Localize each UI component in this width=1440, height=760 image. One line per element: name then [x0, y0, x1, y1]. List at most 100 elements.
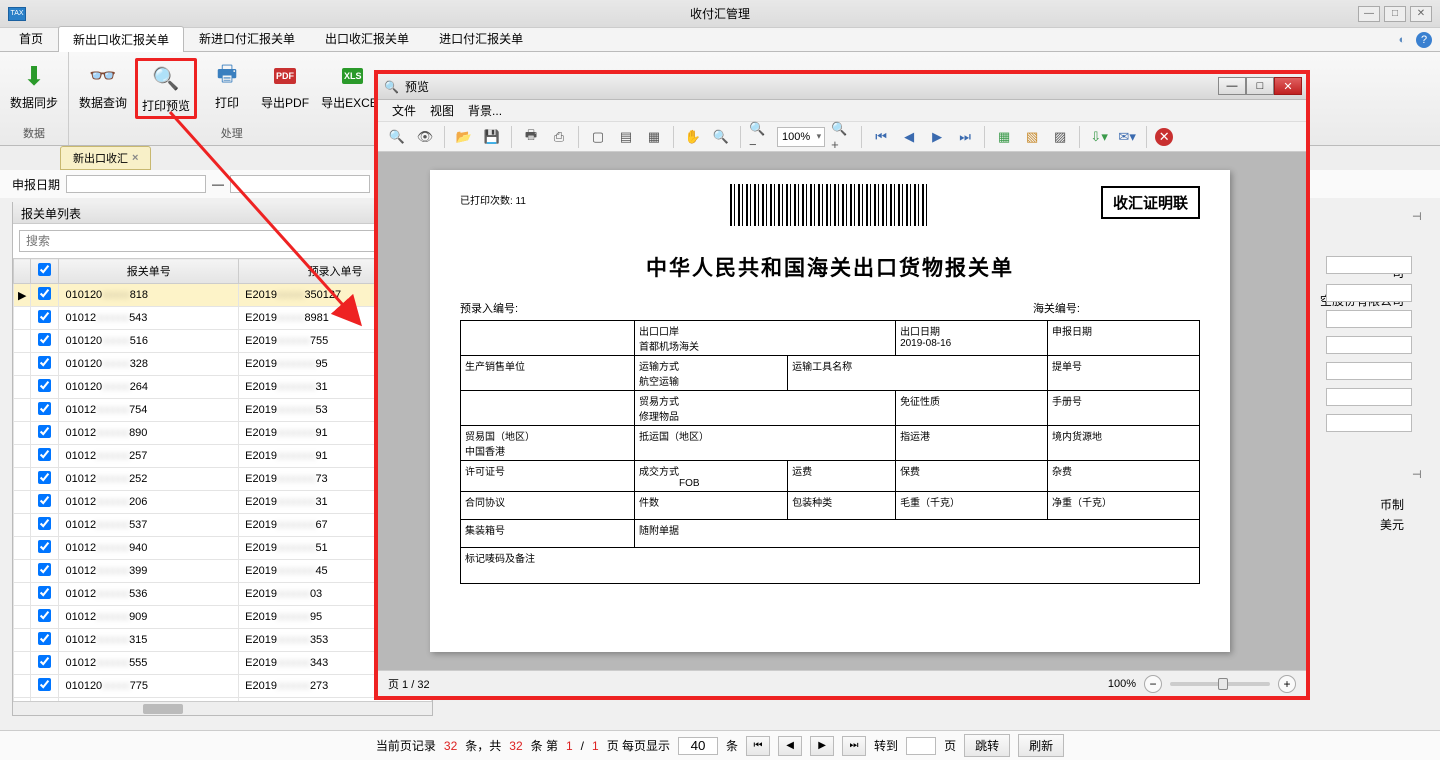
tool-first-icon[interactable]: ⏮: [870, 126, 892, 148]
menu-file[interactable]: 文件: [392, 102, 416, 119]
tool-pagesetup-icon[interactable]: ▢: [587, 126, 609, 148]
maximize-button[interactable]: □: [1384, 6, 1406, 22]
table-row[interactable]: 010120xxxxx775 E2019xxxxxx273: [14, 675, 432, 698]
tool-zoomin-icon[interactable]: 🔍+: [831, 126, 853, 148]
row-checkbox[interactable]: [38, 402, 51, 415]
right-pin-icon[interactable]: ⊣: [1412, 210, 1426, 224]
table-row[interactable]: 01012xxxxxx754 E2019xxxxxxx53: [14, 399, 432, 422]
nav-prev[interactable]: ◀: [778, 736, 802, 756]
tool-margins-icon[interactable]: ▦: [643, 126, 665, 148]
print-button[interactable]: 🖶 打印: [201, 58, 253, 113]
query-button[interactable]: 👓 数据查询: [75, 58, 131, 113]
row-checkbox[interactable]: [38, 540, 51, 553]
per-page-input[interactable]: [678, 737, 718, 755]
row-checkbox[interactable]: [38, 425, 51, 438]
tool-last-icon[interactable]: ⏭: [954, 126, 976, 148]
table-row[interactable]: 01012xxxxxx399 E2019xxxxxxx45: [14, 560, 432, 583]
row-checkbox[interactable]: [38, 632, 51, 645]
zoom-out-button[interactable]: −: [1144, 675, 1162, 693]
tool-quickprint-icon[interactable]: ⎙: [548, 126, 570, 148]
table-row[interactable]: 01012xxxxxx252 E2019xxxxxxx73: [14, 468, 432, 491]
jump-button[interactable]: 跳转: [964, 734, 1010, 757]
table-row[interactable]: 01012xxxxxx890 E2019xxxxxxx91: [14, 422, 432, 445]
doc-tab-close-icon[interactable]: ×: [132, 152, 138, 164]
menu-view[interactable]: 视图: [430, 102, 454, 119]
row-checkbox[interactable]: [38, 287, 51, 300]
close-button[interactable]: ✕: [1410, 6, 1432, 22]
table-row[interactable]: 010120xxxxx516 E2019xxxxxx755: [14, 330, 432, 353]
table-row[interactable]: 01012xxxxxx257 E2019xxxxxxx91: [14, 445, 432, 468]
search-input[interactable]: [19, 230, 426, 252]
row-checkbox[interactable]: [38, 356, 51, 369]
export-pdf-button[interactable]: PDF 导出PDF: [257, 58, 313, 113]
menu-background[interactable]: 背景...: [468, 102, 502, 119]
table-row[interactable]: 01012xxxxxx940 E2019xxxxxxx51: [14, 537, 432, 560]
tab-import-new[interactable]: 新进口付汇报关单: [184, 25, 310, 51]
preview-max-button[interactable]: □: [1246, 77, 1274, 95]
tool-search-icon[interactable]: 🔍: [386, 126, 408, 148]
col-checkbox[interactable]: [31, 259, 59, 284]
doc-tab-export[interactable]: 新出口收汇 ×: [60, 146, 151, 170]
tab-home[interactable]: 首页: [4, 25, 58, 51]
row-checkbox[interactable]: [38, 586, 51, 599]
table-row[interactable]: 01012xxxxxx555 E2019xxxxxx343: [14, 652, 432, 675]
row-checkbox[interactable]: [38, 678, 51, 691]
row-checkbox[interactable]: [38, 494, 51, 507]
row-checkbox[interactable]: [38, 310, 51, 323]
table-row[interactable]: 01012xxxxxx537 E2019xxxxxxx67: [14, 514, 432, 537]
table-row[interactable]: 01012xxxxxx909 E2019xxxxxx95: [14, 606, 432, 629]
row-checkbox[interactable]: [38, 333, 51, 346]
declare-date-from[interactable]: [66, 175, 206, 193]
row-checkbox[interactable]: [38, 448, 51, 461]
goto-page-input[interactable]: [906, 737, 936, 755]
col-decl-num[interactable]: 报关单号: [59, 259, 239, 284]
tool-email-icon[interactable]: ✉▾: [1116, 126, 1138, 148]
refresh-button[interactable]: 刷新: [1018, 734, 1064, 757]
print-preview-button[interactable]: 🔍 打印预览: [135, 58, 197, 119]
tool-export-icon[interactable]: ⇩▾: [1088, 126, 1110, 148]
tool-save-icon[interactable]: 💾: [481, 126, 503, 148]
table-row[interactable]: 010120xxxxx264 E2019xxxxxxx31: [14, 376, 432, 399]
tab-import[interactable]: 进口付汇报关单: [424, 25, 538, 51]
tool-print-icon[interactable]: 🖶: [520, 126, 542, 148]
declare-date-to[interactable]: [230, 175, 370, 193]
tool-color-icon[interactable]: ▧: [1021, 126, 1043, 148]
row-checkbox[interactable]: [38, 655, 51, 668]
row-checkbox[interactable]: [38, 379, 51, 392]
preview-min-button[interactable]: —: [1218, 77, 1246, 95]
preview-close-button[interactable]: ✕: [1274, 77, 1302, 95]
table-row[interactable]: 01012xxxxxx206 E2019xxxxxxx31: [14, 491, 432, 514]
row-checkbox[interactable]: [38, 517, 51, 530]
nav-next[interactable]: ▶: [810, 736, 834, 756]
tool-view-icon[interactable]: 👁: [414, 126, 436, 148]
help-icon[interactable]: ?: [1416, 32, 1432, 48]
table-row[interactable]: 01012xxxxxx536 E2019xxxxxx03: [14, 583, 432, 606]
tab-export-new[interactable]: 新出口收汇报关单: [58, 26, 184, 52]
style-icon[interactable]: ◐: [1394, 32, 1410, 48]
tool-watermark-icon[interactable]: ▨: [1049, 126, 1071, 148]
table-row[interactable]: 010120xxxxx328 E2019xxxxxxx95: [14, 353, 432, 376]
tool-prev-icon[interactable]: ◀: [898, 126, 920, 148]
zoom-in-button[interactable]: +: [1278, 675, 1296, 693]
tool-zoomout-icon[interactable]: 🔍−: [749, 126, 771, 148]
zoom-select[interactable]: 100%: [777, 127, 825, 147]
nav-first[interactable]: ⏮: [746, 736, 770, 756]
tab-export[interactable]: 出口收汇报关单: [310, 25, 424, 51]
tool-next-icon[interactable]: ▶: [926, 126, 948, 148]
zoom-slider[interactable]: [1170, 682, 1270, 686]
h-scrollbar[interactable]: [13, 701, 432, 715]
minimize-button[interactable]: —: [1358, 6, 1380, 22]
tool-header-icon[interactable]: ▤: [615, 126, 637, 148]
table-row[interactable]: ▶ 010120xxxxx818 E2019xxxxx350127: [14, 284, 432, 307]
row-checkbox[interactable]: [38, 563, 51, 576]
tool-close-icon[interactable]: ✕: [1155, 128, 1173, 146]
declaration-grid[interactable]: 报关单号 预录入单号 ▶ 010120xxxxx818 E2019xxxxx35…: [13, 258, 432, 701]
row-checkbox[interactable]: [38, 609, 51, 622]
sync-button[interactable]: ⬇ 数据同步: [6, 58, 62, 113]
preview-canvas[interactable]: 已打印次数: 11 收汇证明联 中华人民共和国海关出口货物报关单 预录入编号: …: [378, 152, 1306, 670]
row-checkbox[interactable]: [38, 471, 51, 484]
right-pin2-icon[interactable]: ⊣: [1412, 468, 1426, 482]
table-row[interactable]: 01012xxxxxx315 E2019xxxxxx353: [14, 629, 432, 652]
table-row[interactable]: 01012xxxxxx543 E2019xxxxx8981: [14, 307, 432, 330]
tool-hand-icon[interactable]: ✋: [682, 126, 704, 148]
